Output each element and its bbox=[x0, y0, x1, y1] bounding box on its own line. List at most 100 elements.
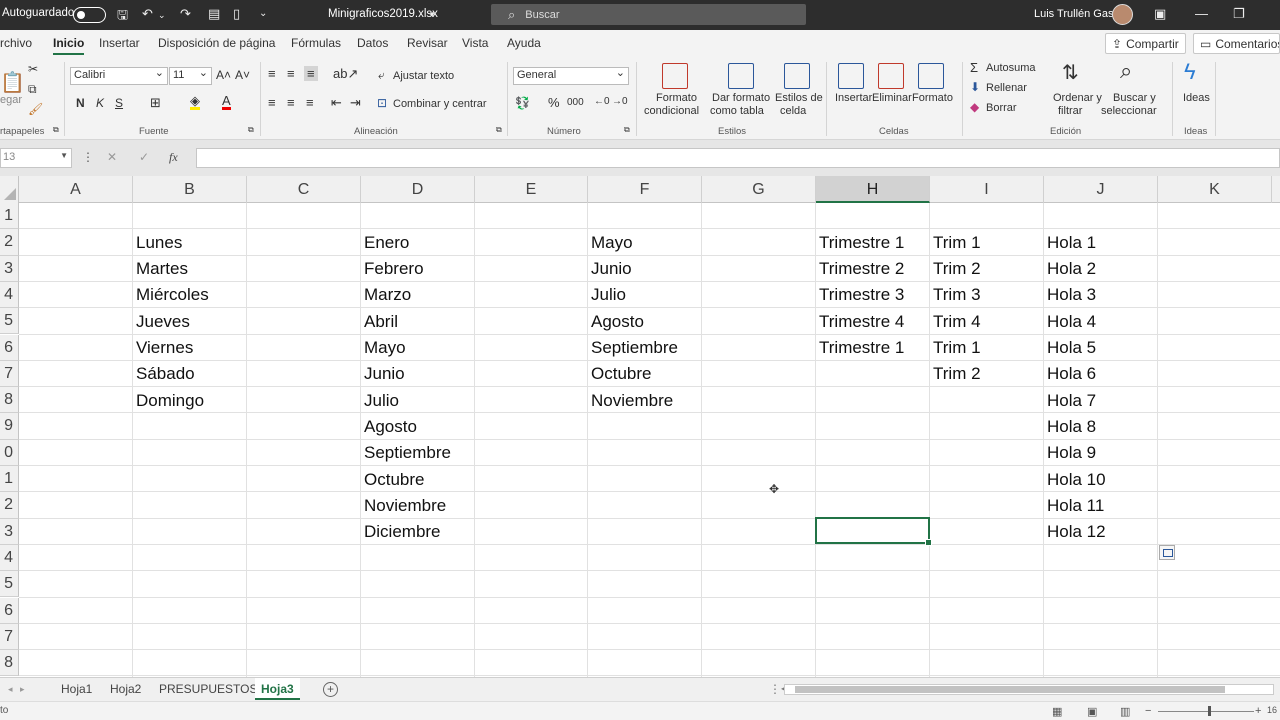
cell-d4[interactable]: Marzo bbox=[364, 282, 411, 308]
comments-button[interactable]: ▭ Comentarios bbox=[1193, 33, 1280, 54]
ribbon-display-icon[interactable]: ▣ bbox=[1154, 6, 1166, 22]
cell-j10[interactable]: Hola 9 bbox=[1047, 440, 1096, 466]
row-header[interactable]: 0 bbox=[0, 439, 19, 466]
column-header-j[interactable]: J bbox=[1044, 176, 1158, 203]
cell-f4[interactable]: Julio bbox=[591, 282, 626, 308]
save-icon[interactable]: 🖫 bbox=[117, 6, 128, 28]
name-box-dropdown-icon[interactable]: ▼ bbox=[60, 151, 68, 160]
share-button[interactable]: ⇪ Compartir bbox=[1105, 33, 1186, 54]
sort-filter-label-1[interactable]: Ordenar y bbox=[1053, 92, 1102, 104]
row-header[interactable]: 7 bbox=[0, 623, 19, 651]
align-left-icon[interactable]: ≡ bbox=[268, 95, 276, 110]
cell-b8[interactable]: Domingo bbox=[136, 388, 204, 414]
cell-styles-label-2[interactable]: celda bbox=[780, 105, 806, 117]
cell-f8[interactable]: Noviembre bbox=[591, 388, 673, 414]
accounting-format-icon[interactable]: 💱 bbox=[515, 96, 530, 110]
column-header-f[interactable]: F bbox=[588, 176, 702, 203]
search-box[interactable]: ⌕ Buscar bbox=[491, 4, 806, 25]
cell-d7[interactable]: Junio bbox=[364, 361, 405, 387]
row-header[interactable]: 3 bbox=[0, 518, 19, 545]
cell-b6[interactable]: Viernes bbox=[136, 335, 193, 361]
percent-icon[interactable]: % bbox=[548, 95, 560, 110]
tab-insertar[interactable]: Insertar bbox=[99, 36, 140, 50]
insert-cells-label[interactable]: Insertar bbox=[835, 92, 872, 104]
cell-h6[interactable]: Trimestre 1 bbox=[819, 335, 904, 361]
row-header[interactable]: 8 bbox=[0, 650, 19, 677]
redo-icon[interactable]: ↷ bbox=[180, 6, 191, 22]
page-break-view-icon[interactable]: ▥ bbox=[1120, 705, 1130, 718]
format-as-table-icon[interactable] bbox=[728, 63, 754, 89]
format-table-label-2[interactable]: como tabla bbox=[710, 105, 764, 117]
column-header-g[interactable]: G bbox=[702, 176, 816, 203]
row-header[interactable]: 4 bbox=[0, 281, 19, 309]
row-header[interactable]: 4 bbox=[0, 544, 19, 572]
tab-formulas[interactable]: Fórmulas bbox=[291, 36, 341, 50]
sheet-tab-hoja2[interactable]: Hoja2 bbox=[104, 678, 147, 700]
cell-d8[interactable]: Julio bbox=[364, 388, 399, 414]
select-all-button[interactable] bbox=[0, 176, 19, 203]
clear-icon[interactable]: ◆ bbox=[970, 100, 979, 114]
align-right-icon[interactable]: ≡ bbox=[306, 95, 314, 110]
insert-cells-icon[interactable] bbox=[838, 63, 864, 89]
name-box[interactable]: 13 ▼ bbox=[0, 148, 72, 168]
row-header[interactable]: 5 bbox=[0, 308, 19, 335]
minimize-icon[interactable]: — bbox=[1195, 6, 1208, 21]
cell-d9[interactable]: Agosto bbox=[364, 414, 417, 440]
zoom-slider[interactable] bbox=[1158, 711, 1254, 712]
file-name-dropdown-icon[interactable]: ▾ bbox=[430, 9, 435, 20]
cell-h4[interactable]: Trimestre 3 bbox=[819, 282, 904, 308]
avatar[interactable] bbox=[1112, 4, 1133, 25]
cell-j6[interactable]: Hola 5 bbox=[1047, 335, 1096, 361]
restore-icon[interactable]: ❐ bbox=[1233, 6, 1245, 22]
sort-filter-icon[interactable]: ⇅ bbox=[1062, 60, 1079, 85]
autosum-icon[interactable]: Σ bbox=[970, 60, 978, 75]
increase-indent-icon[interactable]: ⇥ bbox=[350, 95, 361, 111]
font-launcher-icon[interactable]: ⧉ bbox=[248, 125, 254, 135]
sheet-tab-hoja1[interactable]: Hoja1 bbox=[55, 678, 98, 700]
cell-i7[interactable]: Trim 2 bbox=[933, 361, 981, 387]
print-preview-icon[interactable]: ▤ bbox=[208, 6, 220, 22]
increase-decimal-icon[interactable]: ←0 bbox=[594, 96, 610, 107]
merge-center-label[interactable]: Combinar y centrar bbox=[393, 98, 487, 110]
row-header[interactable]: 8 bbox=[0, 387, 19, 414]
row-header[interactable]: 5 bbox=[0, 571, 19, 598]
paste-label[interactable]: egar bbox=[0, 94, 22, 106]
enter-icon[interactable]: ✓ bbox=[139, 150, 149, 164]
row-header[interactable]: 6 bbox=[0, 334, 19, 361]
cell-d10[interactable]: Septiembre bbox=[364, 440, 451, 466]
ideas-icon[interactable]: ϟ bbox=[1184, 59, 1196, 85]
user-name[interactable]: Luis Trullén Gas bbox=[1034, 8, 1113, 20]
conditional-format-icon[interactable] bbox=[662, 63, 688, 89]
font-name-select[interactable]: Calibri bbox=[70, 66, 168, 85]
cell-d5[interactable]: Abril bbox=[364, 309, 398, 335]
tab-archivo[interactable]: rchivo bbox=[0, 36, 32, 50]
clipboard-launcher-icon[interactable]: ⧉ bbox=[53, 125, 59, 135]
cell-styles-label-1[interactable]: Estilos de bbox=[775, 92, 823, 104]
spreadsheet-grid[interactable]: 123456789012345678 Lunes Martes Miércoles J… bbox=[0, 203, 1280, 677]
cond-format-label-2[interactable]: condicional bbox=[644, 105, 699, 117]
cell-d13[interactable]: Diciembre bbox=[364, 519, 441, 545]
cell-h2[interactable]: Trimestre 1 bbox=[819, 230, 904, 256]
row-header[interactable]: 1 bbox=[0, 466, 19, 493]
row-header[interactable]: 6 bbox=[0, 597, 19, 624]
cell-h5[interactable]: Trimestre 4 bbox=[819, 309, 904, 335]
delete-cells-label[interactable]: Eliminar bbox=[872, 92, 912, 104]
cell-b4[interactable]: Miércoles bbox=[136, 282, 209, 308]
cell-f2[interactable]: Mayo bbox=[591, 230, 633, 256]
cell-b5[interactable]: Jueves bbox=[136, 309, 190, 335]
cell-b7[interactable]: Sábado bbox=[136, 361, 195, 387]
merge-center-icon[interactable]: ⊡ bbox=[377, 96, 387, 110]
cell-d3[interactable]: Febrero bbox=[364, 256, 424, 282]
cell-j9[interactable]: Hola 8 bbox=[1047, 414, 1096, 440]
format-cells-icon[interactable] bbox=[918, 63, 944, 89]
tab-datos[interactable]: Datos bbox=[357, 36, 388, 50]
orientation-icon[interactable]: ab↗ bbox=[333, 66, 358, 82]
auto-fill-options-icon[interactable] bbox=[1159, 545, 1175, 560]
horizontal-scrollbar[interactable] bbox=[784, 684, 1274, 695]
undo-icon[interactable]: ↶ bbox=[142, 6, 153, 22]
grow-font-icon[interactable]: A˄ bbox=[216, 68, 231, 82]
insert-function-icon[interactable]: fx bbox=[169, 150, 178, 165]
wrap-text-label[interactable]: Ajustar texto bbox=[393, 70, 454, 82]
column-header-a[interactable]: A bbox=[19, 176, 133, 203]
format-painter-icon[interactable]: 🖌 bbox=[28, 102, 43, 116]
